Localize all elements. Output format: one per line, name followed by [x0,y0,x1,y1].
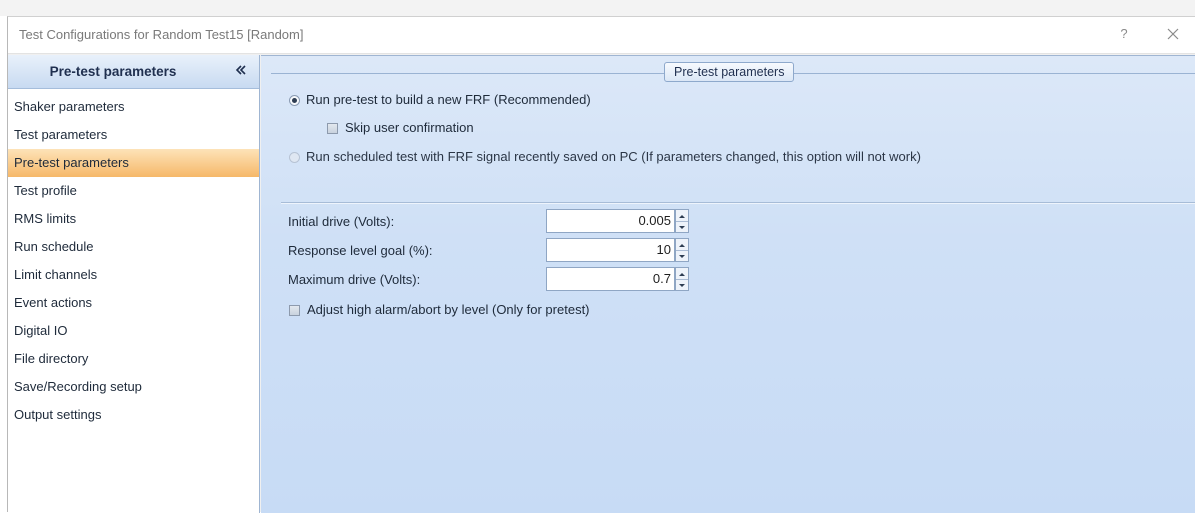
double-chevron-left-icon [235,65,246,75]
checkbox-skip-user-confirmation[interactable]: Skip user confirmation [327,120,474,135]
sidebar-item-save-recording-setup[interactable]: Save/Recording setup [8,373,259,401]
triangle-down-icon [679,255,685,258]
sidebar-item-limit-channels[interactable]: Limit channels [8,261,259,289]
maximum-drive-decrement-button[interactable] [676,279,688,290]
window-title: Test Configurations for Random Test15 [R… [19,27,304,42]
config-dialog: Test Configurations for Random Test15 [R… [7,16,1195,513]
sidebar-item-test-profile[interactable]: Test profile [8,177,259,205]
sidebar-item-file-directory[interactable]: File directory [8,345,259,373]
triangle-down-icon [679,226,685,229]
section-separator [281,202,1195,204]
maximum-drive-spinner [675,267,689,291]
initial-drive-spinner [675,209,689,233]
background-strip [0,0,1195,16]
checkbox-adjust-high-alarm[interactable]: Adjust high alarm/abort by level (Only f… [289,302,590,317]
response-level-goal-label: Response level goal (%): [288,243,433,258]
close-button[interactable] [1163,24,1183,44]
response-level-goal-spinner [675,238,689,262]
pre-test-parameters-panel: Pre-test parameters Run pre-test to buil… [261,55,1195,513]
radio-button-disabled[interactable] [289,152,300,163]
help-button[interactable]: ? [1115,25,1133,43]
sidebar-item-pre-test-parameters[interactable]: Pre-test parameters [8,149,259,177]
close-icon [1167,28,1179,40]
title-bar: Test Configurations for Random Test15 [R… [8,17,1195,54]
radio-scheduled-test[interactable]: Run scheduled test with FRF signal recen… [289,149,921,164]
response-level-goal-decrement-button[interactable] [676,250,688,261]
collapse-sidebar-button[interactable] [232,61,250,79]
radio-build-new-frf[interactable]: Run pre-test to build a new FRF (Recomme… [289,92,591,107]
sidebar-item-digital-io[interactable]: Digital IO [8,317,259,345]
group-box-title: Pre-test parameters [664,62,795,82]
radio-button-checked[interactable] [289,95,300,106]
sidebar-nav-list: Shaker parameters Test parameters Pre-te… [8,93,259,429]
sidebar-header: Pre-test parameters [8,55,259,89]
maximum-drive-input[interactable]: 0.7 [546,267,675,291]
checkbox-box[interactable] [289,305,300,316]
initial-drive-decrement-button[interactable] [676,221,688,232]
sidebar-title: Pre-test parameters [49,64,177,79]
sidebar-item-event-actions[interactable]: Event actions [8,289,259,317]
initial-drive-label: Initial drive (Volts): [288,214,395,229]
navigation-sidebar: Pre-test parameters Shaker parameters Te… [8,55,260,513]
sidebar-item-shaker-parameters[interactable]: Shaker parameters [8,93,259,121]
sidebar-item-test-parameters[interactable]: Test parameters [8,121,259,149]
sidebar-item-rms-limits[interactable]: RMS limits [8,205,259,233]
radio-scheduled-test-label: Run scheduled test with FRF signal recen… [306,149,921,164]
response-level-goal-input[interactable]: 10 [546,238,675,262]
checkbox-box[interactable] [327,123,338,134]
initial-drive-input[interactable]: 0.005 [546,209,675,233]
skip-user-confirmation-label: Skip user confirmation [345,120,474,135]
maximum-drive-label: Maximum drive (Volts): [288,272,421,287]
triangle-down-icon [679,284,685,287]
radio-build-new-frf-label: Run pre-test to build a new FRF (Recomme… [306,92,591,107]
adjust-high-alarm-label: Adjust high alarm/abort by level (Only f… [307,302,590,317]
sidebar-item-run-schedule[interactable]: Run schedule [8,233,259,261]
sidebar-item-output-settings[interactable]: Output settings [8,401,259,429]
